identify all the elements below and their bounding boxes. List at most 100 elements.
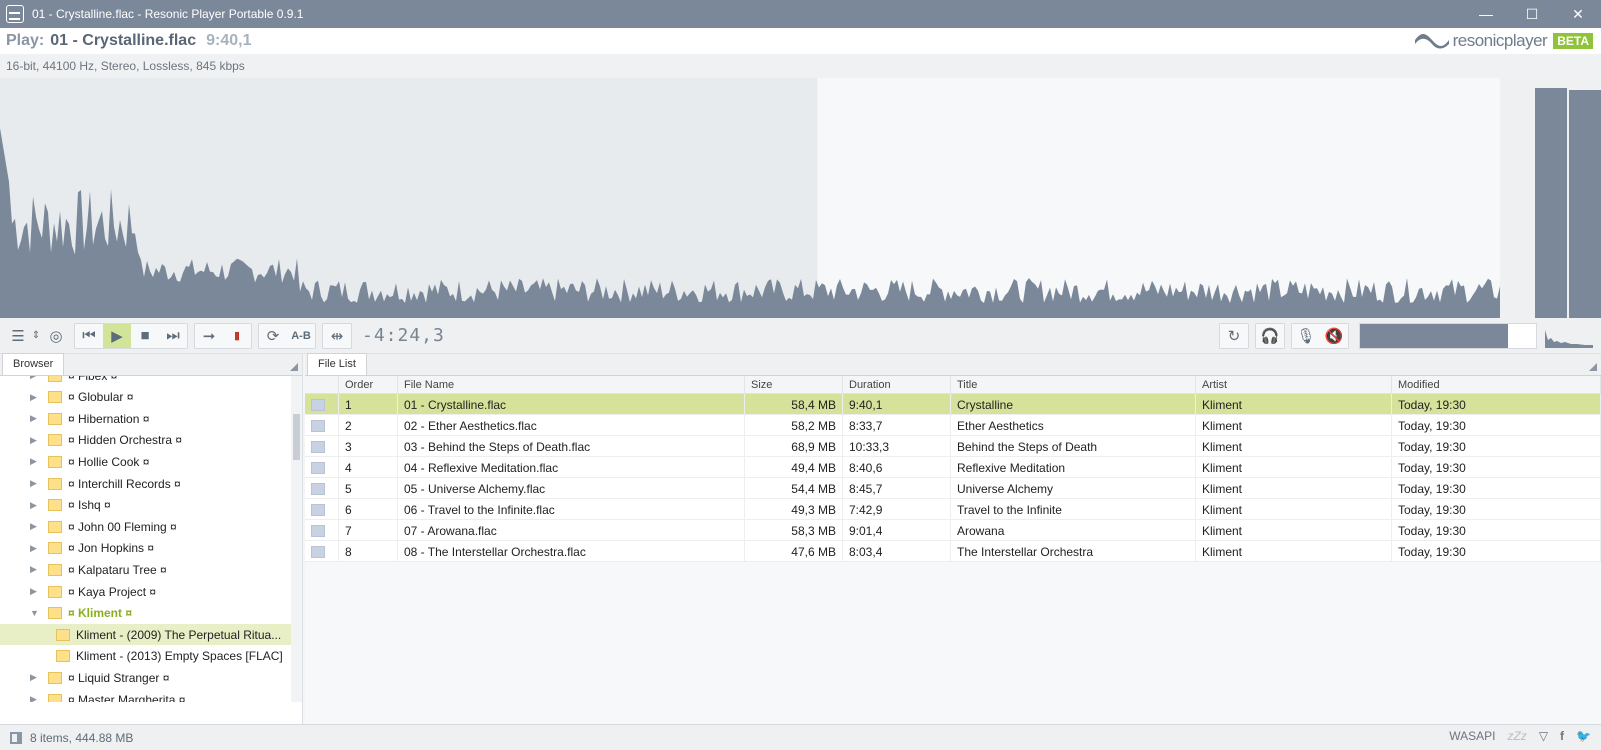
- tree-item[interactable]: ▶ ¤ Hollie Cook ¤: [0, 451, 292, 472]
- row-checkbox-cell[interactable]: [305, 499, 339, 520]
- column-header[interactable]: Artist: [1196, 376, 1392, 394]
- refresh-icon[interactable]: ↻: [1220, 324, 1248, 348]
- time-remaining[interactable]: -4:24,3: [362, 325, 445, 346]
- waveform-graphic: [0, 78, 1601, 318]
- previous-button[interactable]: ⏮: [75, 324, 103, 348]
- tree-item[interactable]: ▼ ¤ Kliment ¤: [0, 603, 292, 624]
- continuous-play-icon[interactable]: ➞: [195, 324, 223, 348]
- tree-item[interactable]: Kliment - (2009) The Perpetual Ritua...: [0, 624, 292, 646]
- row-checkbox-cell[interactable]: [305, 520, 339, 541]
- expand-arrow-icon[interactable]: ▶: [30, 456, 40, 467]
- tab-file-list[interactable]: File List: [307, 353, 367, 375]
- row-checkbox-cell[interactable]: [305, 457, 339, 478]
- tree-item[interactable]: ▶ ¤ Hidden Orchestra ¤: [0, 430, 292, 451]
- output-device[interactable]: WASAPI: [1449, 729, 1495, 743]
- tree-item[interactable]: ▶ ¤ Hibernation ¤: [0, 408, 292, 429]
- menu-icon[interactable]: ☰: [8, 324, 28, 348]
- repeat-icon[interactable]: ⟳: [259, 324, 287, 348]
- table-row[interactable]: 7 07 - Arowana.flac 58,3 MB 9:01,4 Arowana Kl…: [305, 520, 1601, 541]
- expand-arrow-icon[interactable]: ▶: [30, 543, 40, 554]
- tree-item[interactable]: ▶ ¤ Ishq ¤: [0, 495, 292, 516]
- waveform-seekbar[interactable]: [0, 78, 1601, 318]
- tree-item[interactable]: ▶ ¤ Jon Hopkins ¤: [0, 538, 292, 559]
- microphone-icon[interactable]: 🎙: [1292, 324, 1320, 348]
- column-header[interactable]: Modified: [1392, 376, 1601, 394]
- table-row[interactable]: 6 06 - Travel to the Infinite.flac 49,3 MB…: [305, 499, 1601, 520]
- tree-item[interactable]: ▶ ¤ Interchill Records ¤: [0, 473, 292, 494]
- column-header[interactable]: Duration: [843, 376, 951, 394]
- expand-arrow-icon[interactable]: ▶: [30, 586, 40, 597]
- table-row[interactable]: 8 08 - The Interstellar Orchestra.flac 47,…: [305, 541, 1601, 562]
- crossfade-icon[interactable]: ⇹: [323, 324, 351, 348]
- scroll-thumb[interactable]: [293, 414, 300, 460]
- expand-arrow-icon[interactable]: ▶: [30, 435, 40, 446]
- next-button[interactable]: ⏭: [159, 324, 187, 348]
- expand-arrow-icon[interactable]: ▶: [30, 521, 40, 532]
- panel-resize-icon[interactable]: [1589, 363, 1597, 371]
- tree-item[interactable]: ▶ ¤ Kalpataru Tree ¤: [0, 559, 292, 580]
- tree-item-label: ¤ Hidden Orchestra ¤: [68, 433, 183, 448]
- tree-item[interactable]: ▶ ¤ John 00 Fleming ¤: [0, 516, 292, 537]
- playback-controls: ☰ ⇕ ◎ ⏮ ▶ ■ ⏭ ➞ ▮ ⟳ A-B ⇹ -4:24,3 ↻ 🎧 🎙 …: [0, 318, 1601, 354]
- headphones-icon[interactable]: 🎧: [1256, 324, 1284, 348]
- tab-browser[interactable]: Browser: [2, 353, 65, 375]
- column-header[interactable]: Size: [745, 376, 843, 394]
- expand-arrow-icon[interactable]: ▶: [30, 376, 40, 381]
- table-row[interactable]: 3 03 - Behind the Steps of Death.flac 68,9…: [305, 436, 1601, 457]
- row-checkbox-cell[interactable]: [305, 478, 339, 499]
- row-checkbox[interactable]: [311, 440, 325, 453]
- tree-item[interactable]: ▶ ¤ Kaya Project ¤: [0, 581, 292, 602]
- row-checkbox[interactable]: [311, 482, 325, 495]
- panel-toggle-icon[interactable]: [10, 731, 22, 744]
- close-button[interactable]: ✕: [1555, 0, 1601, 28]
- record-marker-icon[interactable]: ▮: [223, 324, 251, 348]
- expand-arrow-icon[interactable]: ▶: [30, 672, 40, 683]
- row-checkbox[interactable]: [311, 545, 325, 558]
- updown-icon[interactable]: ⇕: [28, 324, 44, 348]
- volume-slider[interactable]: [1359, 323, 1537, 349]
- row-checkbox[interactable]: [311, 419, 325, 432]
- row-checkbox-cell[interactable]: [305, 436, 339, 457]
- ab-loop-button[interactable]: A-B: [287, 324, 315, 348]
- expand-arrow-icon[interactable]: ▶: [30, 392, 40, 403]
- facebook-icon[interactable]: f: [1560, 729, 1564, 743]
- expand-arrow-icon[interactable]: ▶: [30, 478, 40, 489]
- tree-item[interactable]: ▶ ¤ Globular ¤: [0, 387, 292, 408]
- panel-resize-icon[interactable]: [290, 363, 298, 371]
- tree-item[interactable]: ▶ ¤ Master Margherita ¤: [0, 689, 292, 702]
- expand-arrow-icon[interactable]: ▶: [30, 413, 40, 424]
- column-header[interactable]: [305, 376, 339, 394]
- expand-arrow-icon[interactable]: ▶: [30, 694, 40, 702]
- row-checkbox[interactable]: [311, 461, 325, 474]
- stop-button[interactable]: ■: [131, 324, 159, 348]
- column-header[interactable]: File Name: [398, 376, 745, 394]
- table-row[interactable]: 2 02 - Ether Aesthetics.flac 58,2 MB 8:33,7…: [305, 415, 1601, 436]
- row-checkbox-cell[interactable]: [305, 394, 339, 415]
- table-row[interactable]: 4 04 - Reflexive Meditation.flac 49,4 MB 8:…: [305, 457, 1601, 478]
- expand-arrow-icon[interactable]: ▶: [30, 564, 40, 575]
- expand-arrow-icon[interactable]: ▶: [30, 500, 40, 511]
- twitter-icon[interactable]: 🐦: [1576, 729, 1591, 743]
- row-checkbox-cell[interactable]: [305, 541, 339, 562]
- maximize-button[interactable]: ☐: [1509, 0, 1555, 28]
- column-header[interactable]: Order: [339, 376, 398, 394]
- tree-item[interactable]: ▶ ¤ Liquid Stranger ¤: [0, 667, 292, 688]
- column-header[interactable]: Title: [951, 376, 1196, 394]
- row-checkbox[interactable]: [311, 503, 325, 516]
- brand-logo[interactable]: resonicplayer BETA: [1414, 31, 1593, 51]
- tree-item[interactable]: ▶ ¤ Flbex ¤: [0, 376, 292, 386]
- filter-icon[interactable]: ▽: [1539, 729, 1548, 743]
- table-row[interactable]: 5 05 - Universe Alchemy.flac 54,4 MB 8:45,7…: [305, 478, 1601, 499]
- mute-icon[interactable]: 🔇: [1320, 324, 1348, 348]
- row-checkbox[interactable]: [311, 398, 325, 411]
- table-row[interactable]: 1 01 - Crystalline.flac 58,4 MB 9:40,1 Cryst…: [305, 394, 1601, 415]
- collapse-arrow-icon[interactable]: ▼: [30, 608, 40, 618]
- row-checkbox[interactable]: [311, 524, 325, 537]
- tree-scrollbar[interactable]: [291, 376, 302, 702]
- sleep-icon[interactable]: zZz: [1507, 729, 1526, 743]
- play-button[interactable]: ▶: [103, 323, 131, 348]
- row-checkbox-cell[interactable]: [305, 415, 339, 436]
- target-icon[interactable]: ◎: [44, 324, 68, 348]
- tree-item[interactable]: Kliment - (2013) Empty Spaces [FLAC]: [0, 646, 292, 667]
- minimize-button[interactable]: —: [1463, 0, 1509, 28]
